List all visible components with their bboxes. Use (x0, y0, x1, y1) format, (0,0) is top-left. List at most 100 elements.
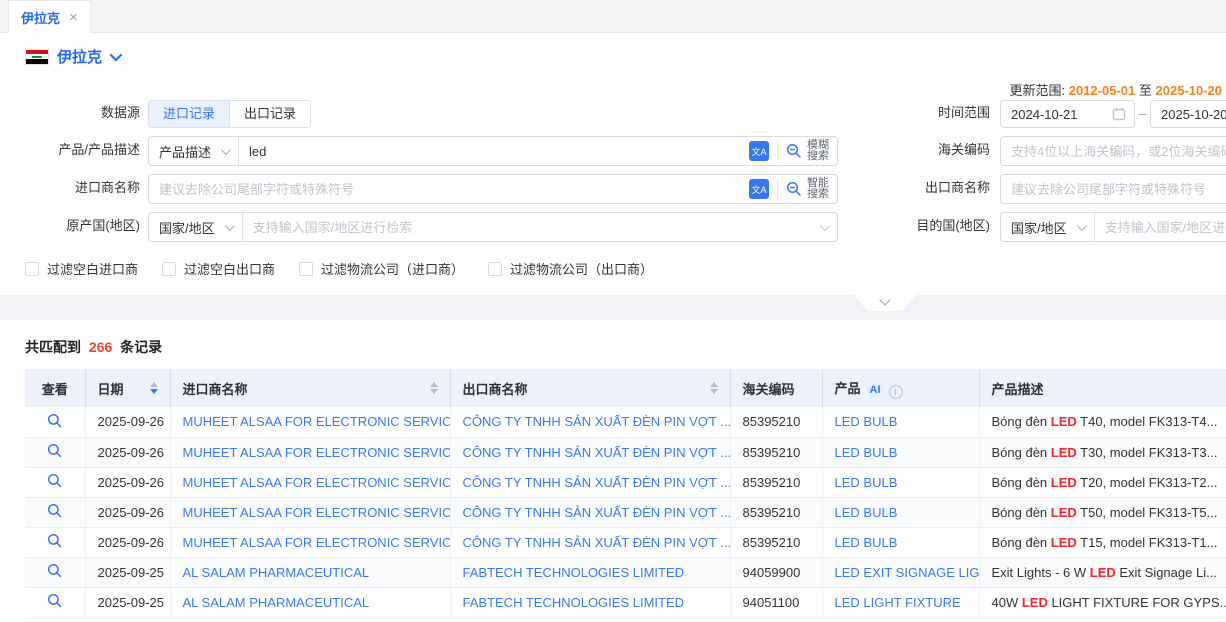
importer-input[interactable] (149, 175, 749, 203)
update-range-join: 至 (1139, 83, 1152, 98)
exporter-link[interactable]: CÔNG TY TNHH SẢN XUẤT ĐÈN PIN VỢT ... (463, 445, 731, 460)
view-record-button[interactable] (47, 563, 62, 581)
exporter-field[interactable] (1000, 174, 1226, 204)
cell-date: 2025-09-25 (85, 557, 170, 587)
view-record-button[interactable] (47, 413, 62, 431)
magnifier-icon (47, 503, 62, 518)
exporter-link[interactable]: CÔNG TY TNHH SẢN XUẤT ĐÈN PIN VỢT ... (463, 414, 731, 429)
view-record-button[interactable] (47, 473, 62, 491)
cell-description: Bóng đèn LED T40, model FK313-T4... (979, 407, 1226, 437)
product-link[interactable]: LED BULB (835, 475, 898, 490)
cell-exporter: FABTECH TECHNOLOGIES LIMITED (450, 587, 730, 617)
view-record-button[interactable] (47, 443, 62, 461)
info-icon[interactable]: i (889, 385, 903, 399)
cell-hs-code: 85395210 (730, 407, 822, 437)
exporter-link[interactable]: FABTECH TECHNOLOGIES LIMITED (463, 565, 685, 580)
keyword-highlight: LED (1051, 414, 1077, 429)
exporter-link[interactable]: CÔNG TY TNHH SẢN XUẤT ĐÈN PIN VỢT ... (463, 505, 731, 520)
importer-link[interactable]: MUHEET ALSAA FOR ELECTRONIC SERVICE... (183, 414, 451, 429)
origin-select-value: 国家/地区 (159, 218, 215, 237)
destination-country-input[interactable] (1095, 213, 1226, 241)
product-search-group: 产品描述 文A 模糊搜索 (148, 136, 838, 166)
view-record-button[interactable] (47, 593, 62, 611)
sort-exporter[interactable] (710, 382, 718, 394)
update-range: 更新范围: 2012-05-01 至 2025-10-20 (1009, 80, 1222, 99)
exporter-link[interactable]: CÔNG TY TNHH SẢN XUẤT ĐÈN PIN VỢT ... (463, 475, 731, 490)
importer-link[interactable]: MUHEET ALSAA FOR ELECTRONIC SERVICE... (183, 535, 451, 550)
smart-search-button[interactable]: 智能搜索 (778, 175, 837, 203)
hs-code-input[interactable] (1001, 137, 1226, 165)
exporter-link[interactable]: FABTECH TECHNOLOGIES LIMITED (463, 595, 685, 610)
date-from-input[interactable] (1001, 101, 1112, 127)
cell-date: 2025-09-26 (85, 467, 170, 497)
summary-prefix: 共匹配到 (25, 339, 81, 355)
checkbox-icon[interactable] (162, 262, 176, 276)
filter-checkbox[interactable]: 过滤空白出口商 (162, 259, 275, 278)
product-link[interactable]: LED BULB (835, 505, 898, 520)
country-selector[interactable]: 伊拉克 (25, 46, 119, 67)
cell-exporter: CÔNG TY TNHH SẢN XUẤT ĐÈN PIN VỢT ... (450, 467, 730, 497)
origin-country-select[interactable]: 国家/地区 (149, 213, 243, 241)
table-row: 2025-09-25 AL SALAM PHARMACEUTICAL FABTECH… (25, 557, 1226, 587)
destination-country-select[interactable]: 国家/地区 (1001, 213, 1095, 241)
col-date[interactable]: 日期 (85, 369, 170, 407)
filter-checkbox[interactable]: 过滤物流公司（出口商） (488, 259, 653, 278)
hs-code-label: 海关编码 (862, 136, 990, 164)
checkbox-icon[interactable] (299, 262, 313, 276)
product-type-select[interactable]: 产品描述 (149, 137, 239, 165)
chevron-down-icon (879, 294, 890, 305)
data-source-option[interactable]: 出口记录 (229, 101, 310, 127)
checkbox-icon[interactable] (488, 262, 502, 276)
destination-country-group: 国家/地区 (1000, 212, 1226, 242)
importer-link[interactable]: AL SALAM PHARMACEUTICAL (183, 595, 370, 610)
exporter-link[interactable]: CÔNG TY TNHH SẢN XUẤT ĐÈN PIN VỢT ... (463, 535, 731, 550)
cell-description: Bóng đèn LED T20, model FK313-T2... (979, 467, 1226, 497)
magnifier-icon (47, 413, 62, 428)
importer-link[interactable]: MUHEET ALSAA FOR ELECTRONIC SERVICE... (183, 445, 451, 460)
cell-exporter: CÔNG TY TNHH SẢN XUẤT ĐÈN PIN VỢT ... (450, 407, 730, 437)
translate-icon[interactable]: 文A (749, 141, 769, 161)
translate-icon[interactable]: 文A (749, 179, 769, 199)
close-icon[interactable]: × (69, 10, 78, 25)
cell-date: 2025-09-25 (85, 587, 170, 617)
col-description: 产品描述 (979, 369, 1226, 407)
product-link[interactable]: LED BULB (835, 414, 898, 429)
cell-date: 2025-09-26 (85, 437, 170, 467)
product-link[interactable]: LED BULB (835, 535, 898, 550)
filter-checkbox[interactable]: 过滤空白进口商 (25, 259, 138, 278)
checkbox-label: 过滤空白出口商 (184, 259, 275, 278)
importer-link[interactable]: AL SALAM PHARMACEUTICAL (183, 565, 370, 580)
view-record-button[interactable] (47, 503, 62, 521)
sort-importer[interactable] (430, 382, 438, 394)
view-record-button[interactable] (47, 533, 62, 551)
col-exporter[interactable]: 出口商名称 (450, 369, 730, 407)
magnifier-icon (47, 473, 62, 488)
checkbox-icon[interactable] (25, 262, 39, 276)
filter-checkbox[interactable]: 过滤物流公司（进口商） (299, 259, 464, 278)
importer-link[interactable]: MUHEET ALSAA FOR ELECTRONIC SERVICE... (183, 475, 451, 490)
table-row: 2025-09-26MUHEET ALSAA FOR ELECTRONIC SE… (25, 497, 1226, 527)
sort-date[interactable] (150, 382, 158, 394)
destination-select-value: 国家/地区 (1011, 218, 1067, 237)
importer-link[interactable]: MUHEET ALSAA FOR ELECTRONIC SERVICE... (183, 505, 451, 520)
date-to-field[interactable] (1150, 100, 1226, 128)
col-importer[interactable]: 进口商名称 (170, 369, 450, 407)
fuzzy-search-button[interactable]: 模糊搜索 (778, 137, 837, 165)
product-link[interactable]: LED BULB (835, 445, 898, 460)
tab-iraq[interactable]: 伊拉克 × (8, 0, 91, 33)
collapse-form-button[interactable] (853, 295, 917, 311)
origin-country-input[interactable] (243, 213, 820, 241)
importer-label: 进口商名称 (0, 174, 140, 202)
data-source-option[interactable]: 进口记录 (149, 101, 229, 127)
product-input[interactable] (239, 137, 749, 165)
table-row: 2025-09-26MUHEET ALSAA FOR ELECTRONIC SE… (25, 527, 1226, 557)
hs-code-field[interactable] (1000, 136, 1226, 166)
results-summary: 共匹配到 266 条记录 (25, 337, 162, 357)
chevron-down-icon (1077, 221, 1087, 231)
date-to-input[interactable] (1151, 101, 1226, 127)
product-link[interactable]: LED EXIT SIGNAGE LIG... (835, 565, 980, 580)
product-link[interactable]: LED LIGHT FIXTURE (835, 595, 961, 610)
exporter-input[interactable] (1001, 175, 1226, 203)
date-from-field[interactable] (1000, 100, 1135, 128)
exporter-label: 出口商名称 (862, 174, 990, 202)
